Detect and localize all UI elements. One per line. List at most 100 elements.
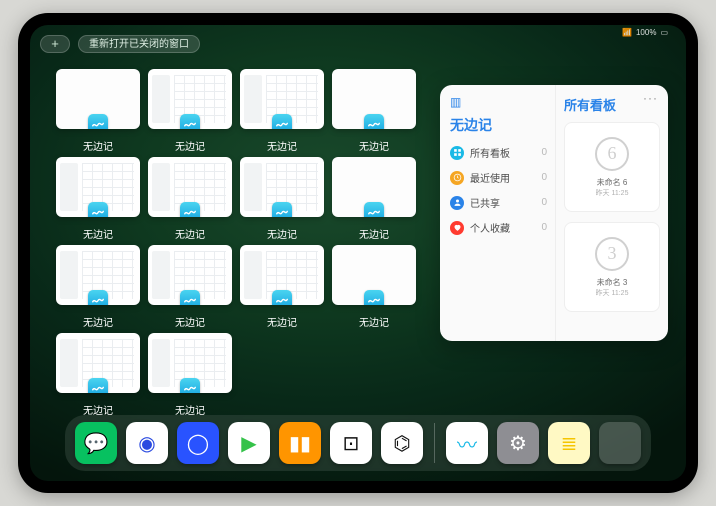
dock-app-play[interactable]: ▶ xyxy=(228,422,270,464)
sidebar-category-grid[interactable]: 所有看板 0 xyxy=(450,145,547,160)
freeform-app-icon xyxy=(180,114,200,129)
freeform-app-icon xyxy=(88,290,108,305)
board-subtitle: 昨天 11:25 xyxy=(596,188,629,198)
window-label: 无边记 xyxy=(240,314,324,329)
window-thumbnail xyxy=(56,69,140,129)
window-label: 无边记 xyxy=(56,138,140,153)
grid-icon xyxy=(450,146,464,160)
freeform-app-icon xyxy=(364,290,384,305)
window-tile[interactable]: 无边记 xyxy=(332,157,416,239)
window-tile[interactable]: 无边记 xyxy=(148,333,232,415)
freeform-app-icon xyxy=(180,378,200,393)
person-icon xyxy=(450,196,464,210)
window-switcher-grid: 无边记 无边记 无边记 无边记 无边记 无边记 无边记 无边记 xyxy=(56,69,426,415)
freeform-app-icon xyxy=(364,114,384,129)
freeform-app-icon xyxy=(272,202,292,217)
dock-app-library[interactable] xyxy=(599,422,641,464)
window-tile[interactable]: 无边记 xyxy=(332,245,416,327)
board-meta: 未命名 3 昨天 11:25 xyxy=(596,277,629,298)
window-tile[interactable]: 无边记 xyxy=(148,245,232,327)
category-label: 已共享 xyxy=(470,195,500,210)
sidebar-category-clock[interactable]: 最近使用 0 xyxy=(450,170,547,185)
dock-separator xyxy=(434,423,435,463)
window-thumbnail xyxy=(332,69,416,129)
ipad-frame: 📶 100% ▭ + 重新打开已关闭的窗口 无边记 无边记 无边记 无边记 无边… xyxy=(18,13,698,493)
window-label: 无边记 xyxy=(56,226,140,241)
window-label: 无边记 xyxy=(148,138,232,153)
window-thumbnail xyxy=(148,69,232,129)
dock-app-books[interactable]: ▮▮ xyxy=(279,422,321,464)
new-window-button[interactable]: + xyxy=(40,35,70,53)
window-thumbnail xyxy=(332,157,416,217)
top-bar: + 重新打开已关闭的窗口 xyxy=(40,35,200,53)
dock: 💬◉◯▶▮▮⊡⌬ 〰⚙≣ xyxy=(65,415,651,471)
dock-app-dice[interactable]: ⊡ xyxy=(330,422,372,464)
window-thumbnail xyxy=(148,245,232,305)
freeform-app-icon xyxy=(364,202,384,217)
wifi-icon: 📶 xyxy=(622,28,632,37)
window-tile[interactable]: 无边记 xyxy=(240,245,324,327)
board-meta: 未命名 6 昨天 11:25 xyxy=(596,177,629,198)
dock-app-freeform[interactable]: 〰 xyxy=(446,422,488,464)
freeform-sidebar-preview[interactable]: ··· ▥ 无边记 所有看板 0 最近使用 0 已共享 0 个人收藏 0 所 xyxy=(440,85,668,341)
window-label: 无边记 xyxy=(332,314,416,329)
window-tile[interactable]: 无边记 xyxy=(332,69,416,151)
window-label: 无边记 xyxy=(332,138,416,153)
status-bar: 📶 100% ▭ xyxy=(622,28,668,37)
window-thumbnail xyxy=(148,157,232,217)
window-label: 无边记 xyxy=(240,138,324,153)
board-thumbnail: 3 xyxy=(595,237,629,271)
dock-app-quark[interactable]: ◯ xyxy=(177,422,219,464)
dock-app-graph[interactable]: ⌬ xyxy=(381,422,423,464)
window-tile[interactable]: 无边记 xyxy=(240,157,324,239)
board-card[interactable]: 3 未命名 3 昨天 11:25 xyxy=(564,222,660,312)
category-count: 0 xyxy=(541,222,547,233)
window-tile[interactable]: 无边记 xyxy=(56,333,140,415)
window-tile[interactable]: 无边记 xyxy=(56,69,140,151)
sidebar-category-person[interactable]: 已共享 0 xyxy=(450,195,547,210)
board-title: 未命名 6 xyxy=(596,177,629,188)
window-tile[interactable]: 无边记 xyxy=(56,157,140,239)
window-thumbnail xyxy=(148,333,232,393)
sidebar-toggle-icon[interactable]: ▥ xyxy=(450,95,547,109)
board-title: 未命名 3 xyxy=(596,277,629,288)
freeform-app-icon xyxy=(272,290,292,305)
window-tile[interactable]: 无边记 xyxy=(148,69,232,151)
freeform-app-icon xyxy=(88,114,108,129)
board-thumbnail: 6 xyxy=(595,137,629,171)
freeform-app-icon xyxy=(180,290,200,305)
category-label: 最近使用 xyxy=(470,170,510,185)
more-icon[interactable]: ··· xyxy=(643,91,658,105)
category-count: 0 xyxy=(541,172,547,183)
dock-app-quark-hd[interactable]: ◉ xyxy=(126,422,168,464)
board-card[interactable]: 6 未命名 6 昨天 11:25 xyxy=(564,122,660,212)
window-thumbnail xyxy=(240,157,324,217)
battery-icon: ▭ xyxy=(660,28,668,37)
window-thumbnail xyxy=(332,245,416,305)
dock-app-notes[interactable]: ≣ xyxy=(548,422,590,464)
category-label: 个人收藏 xyxy=(470,220,510,235)
category-count: 0 xyxy=(541,197,547,208)
freeform-app-icon xyxy=(180,202,200,217)
freeform-app-icon xyxy=(88,202,108,217)
window-thumbnail xyxy=(56,333,140,393)
window-tile[interactable]: 无边记 xyxy=(56,245,140,327)
window-tile[interactable]: 无边记 xyxy=(240,69,324,151)
window-label: 无边记 xyxy=(240,226,324,241)
freeform-app-icon xyxy=(272,114,292,129)
board-subtitle: 昨天 11:25 xyxy=(596,288,629,298)
sidebar-category-heart[interactable]: 个人收藏 0 xyxy=(450,220,547,235)
freeform-app-icon xyxy=(88,378,108,393)
window-tile[interactable]: 无边记 xyxy=(148,157,232,239)
sidebar-left: ▥ 无边记 所有看板 0 最近使用 0 已共享 0 个人收藏 0 xyxy=(440,85,556,341)
dock-app-wechat[interactable]: 💬 xyxy=(75,422,117,464)
reopen-closed-window-button[interactable]: 重新打开已关闭的窗口 xyxy=(78,35,200,53)
window-thumbnail xyxy=(56,157,140,217)
category-label: 所有看板 xyxy=(470,145,510,160)
category-count: 0 xyxy=(541,147,547,158)
window-thumbnail xyxy=(56,245,140,305)
sidebar-right: 所有看板 6 未命名 6 昨天 11:25 3 未命名 3 昨天 11:25 xyxy=(556,85,668,341)
window-label: 无边记 xyxy=(56,314,140,329)
battery-label: 100% xyxy=(636,28,656,37)
dock-app-settings[interactable]: ⚙ xyxy=(497,422,539,464)
